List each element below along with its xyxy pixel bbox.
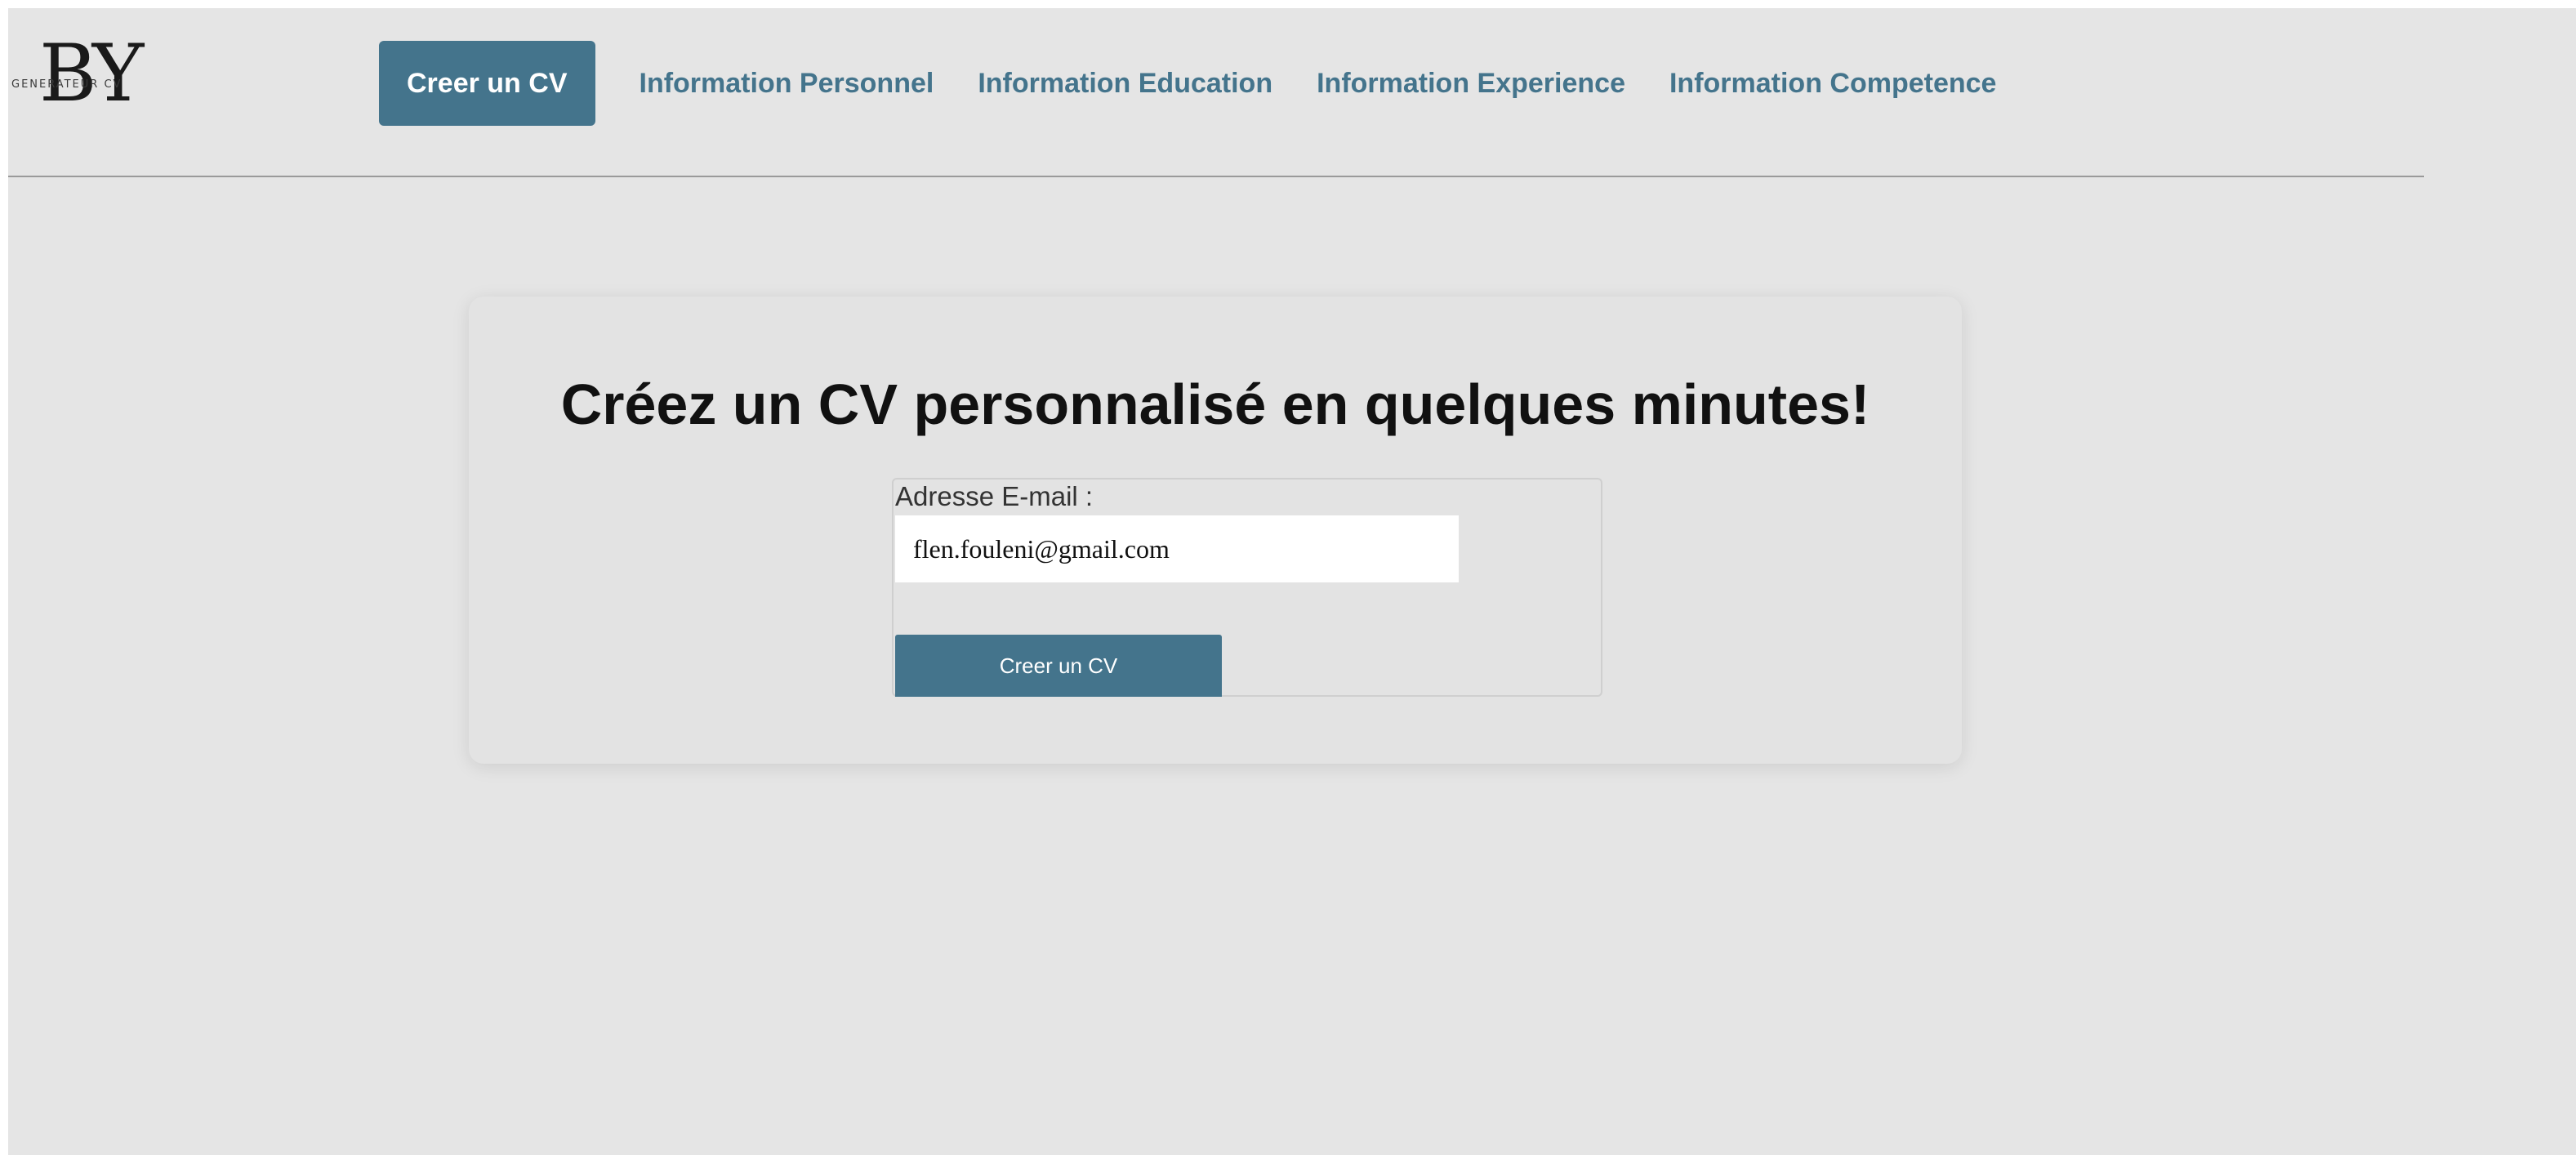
top-navbar: BY GENERATEUR CV Creer un CV Information… [8, 8, 2424, 177]
logo-mark: BY [39, 28, 144, 119]
brand-logo[interactable]: BY GENERATEUR CV [11, 34, 175, 129]
nav-item-information-personnel[interactable]: Information Personnel [640, 68, 934, 100]
nav-item-creer-cv[interactable]: Creer un CV [379, 41, 595, 126]
page-title: Créez un CV personnalisé en quelques min… [560, 372, 1870, 436]
nav-item-information-competence[interactable]: Information Competence [1669, 68, 1996, 100]
create-cv-card: Créez un CV personnalisé en quelques min… [469, 297, 1962, 764]
nav-item-information-experience[interactable]: Information Experience [1317, 68, 1625, 100]
nav-item-information-education[interactable]: Information Education [978, 68, 1272, 100]
logo-subtitle: GENERATEUR CV [11, 78, 123, 91]
creer-cv-button[interactable]: Creer un CV [895, 635, 1222, 697]
page: BY GENERATEUR CV Creer un CV Information… [8, 8, 2576, 1155]
email-form: Adresse E-mail : Creer un CV [892, 478, 1602, 697]
email-label: Adresse E-mail : [895, 481, 1094, 511]
email-field[interactable] [895, 515, 1459, 582]
main-nav: Creer un CV Information Personnel Inform… [379, 41, 2040, 126]
